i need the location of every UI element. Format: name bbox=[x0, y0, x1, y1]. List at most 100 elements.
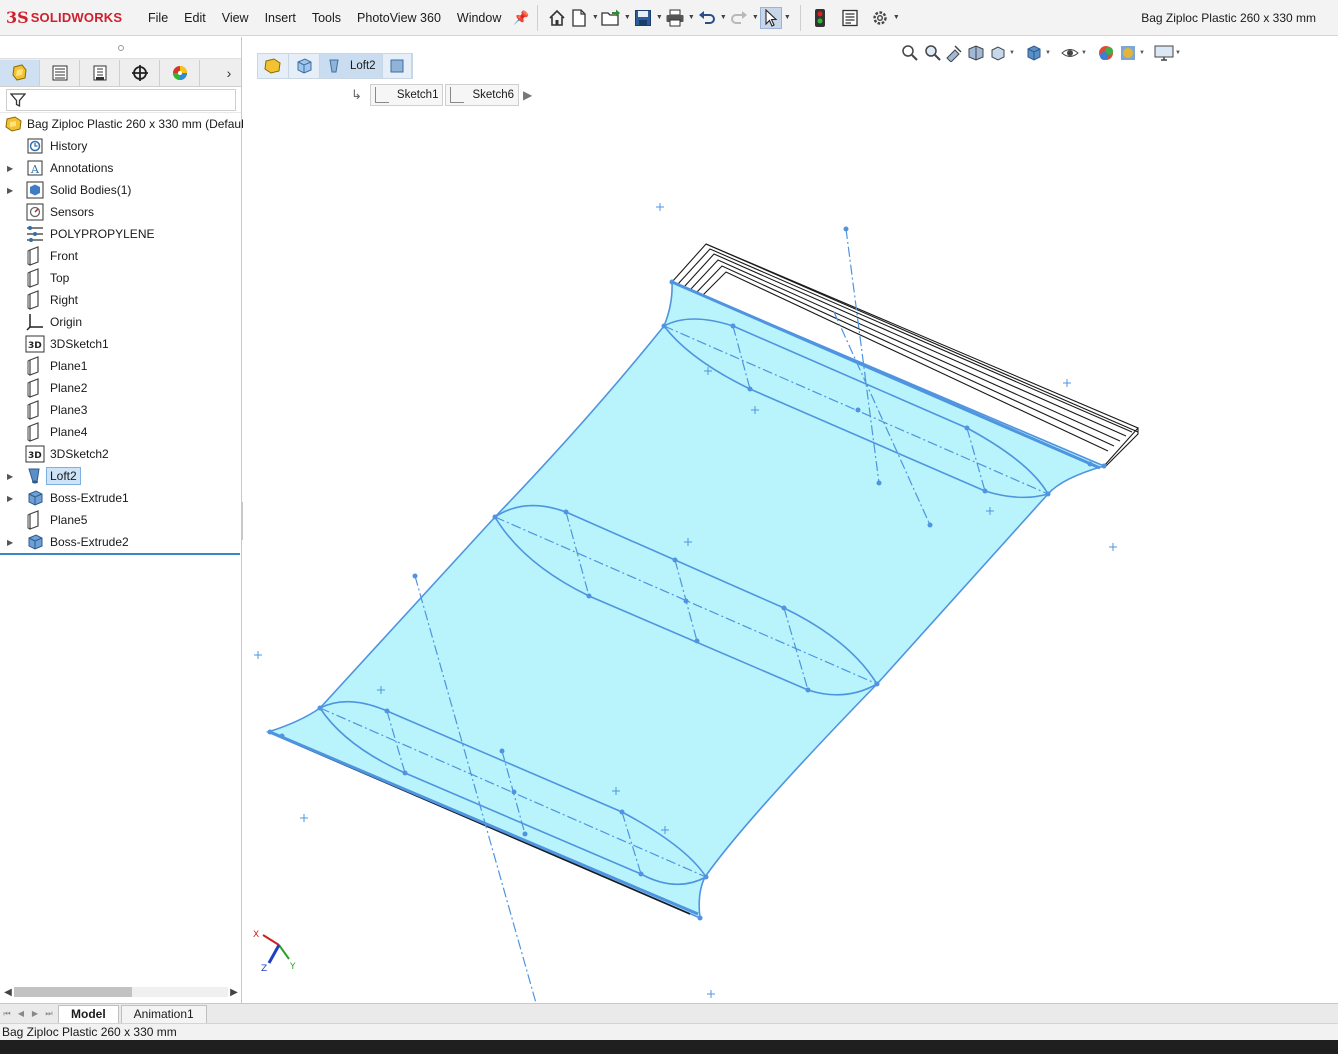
tree-item-boss-extrude1[interactable]: ▶ Boss-Extrude1 bbox=[0, 487, 242, 509]
tab-model[interactable]: Model bbox=[58, 1004, 119, 1023]
view-orientation-dropdown[interactable]: ▼ bbox=[1009, 50, 1017, 56]
zoom-to-area-icon[interactable] bbox=[921, 42, 943, 64]
new-document-icon[interactable] bbox=[568, 7, 590, 29]
model-viewport[interactable] bbox=[243, 37, 1338, 1003]
expand-arrow-icon[interactable]: ▶ bbox=[7, 538, 15, 547]
menu-tools[interactable]: Tools bbox=[304, 0, 349, 36]
tab-dimxpertmanager[interactable] bbox=[120, 59, 160, 86]
breadcrumb-face[interactable] bbox=[383, 54, 412, 78]
tree-horizontal-scrollbar[interactable]: ◀ ▶ bbox=[2, 985, 240, 999]
open-icon[interactable] bbox=[600, 7, 622, 29]
file-properties-icon[interactable] bbox=[839, 7, 861, 29]
pin-icon[interactable]: 📌 bbox=[513, 10, 529, 26]
home-icon[interactable] bbox=[546, 7, 568, 29]
tree-item-3dsketch2[interactable]: 3D 3DSketch2 bbox=[0, 443, 242, 465]
expand-arrow-icon[interactable]: ▶ bbox=[7, 472, 15, 481]
view-orientation-icon[interactable] bbox=[987, 42, 1009, 64]
save-icon[interactable] bbox=[632, 7, 654, 29]
part-icon bbox=[264, 58, 281, 74]
scroll-left-icon[interactable]: ◀ bbox=[2, 987, 14, 998]
tree-item-history[interactable]: History bbox=[0, 135, 242, 157]
select-icon[interactable] bbox=[760, 6, 783, 29]
print-icon[interactable] bbox=[664, 7, 686, 29]
select-dropdown[interactable]: ▼ bbox=[782, 7, 792, 29]
menu-edit[interactable]: Edit bbox=[176, 0, 214, 36]
tab-displaymanager[interactable] bbox=[160, 59, 200, 86]
redo-icon[interactable] bbox=[728, 7, 750, 29]
panel-collapse-handle[interactable] bbox=[0, 37, 241, 59]
hide-show-dropdown[interactable]: ▼ bbox=[1081, 50, 1089, 56]
tree-item-plane4[interactable]: Plane4 bbox=[0, 421, 242, 443]
options-dropdown[interactable]: ▼ bbox=[891, 7, 901, 29]
scroll-track[interactable] bbox=[14, 987, 228, 997]
scroll-right-icon[interactable]: ▶ bbox=[228, 987, 240, 998]
tree-item-loft2[interactable]: ▶ Loft2 bbox=[0, 465, 242, 487]
view-settings-icon[interactable] bbox=[1153, 42, 1175, 64]
menu-insert[interactable]: Insert bbox=[257, 0, 304, 36]
tree-item-solid-bodies-1[interactable]: ▶ Solid Bodies(1) bbox=[0, 179, 242, 201]
tree-item-plane5[interactable]: Plane5 bbox=[0, 509, 242, 531]
breadcrumb-part[interactable] bbox=[258, 54, 289, 78]
menu-photoview[interactable]: PhotoView 360 bbox=[349, 0, 449, 36]
scroll-thumb[interactable] bbox=[14, 987, 132, 997]
section-view-icon[interactable] bbox=[965, 42, 987, 64]
tree-item-plane3[interactable]: Plane3 bbox=[0, 399, 242, 421]
apply-scene-dropdown[interactable]: ▼ bbox=[1139, 50, 1147, 56]
previous-view-icon[interactable] bbox=[943, 42, 965, 64]
undo-dropdown[interactable]: ▼ bbox=[718, 7, 728, 29]
breadcrumb-body[interactable] bbox=[289, 54, 320, 78]
tree-item-polypropylene[interactable]: POLYPROPYLENE bbox=[0, 223, 242, 245]
tree-item-sensors[interactable]: Sensors bbox=[0, 201, 242, 223]
hide-show-items-icon[interactable] bbox=[1059, 42, 1081, 64]
tree-item-annotations[interactable]: ▶ A Annotations bbox=[0, 157, 242, 179]
redo-dropdown[interactable]: ▼ bbox=[750, 7, 760, 29]
tree-item-3dsketch1[interactable]: 3D 3DSketch1 bbox=[0, 333, 242, 355]
expand-arrow-icon[interactable]: ▶ bbox=[7, 186, 15, 195]
display-style-dropdown[interactable]: ▼ bbox=[1045, 50, 1053, 56]
menu-window[interactable]: Window bbox=[449, 0, 509, 36]
next-tab-icon[interactable]: ▶ bbox=[28, 1009, 42, 1018]
breadcrumb-sketch1[interactable]: Sketch1 bbox=[369, 84, 444, 106]
print-dropdown[interactable]: ▼ bbox=[686, 7, 696, 29]
tree-root-part[interactable]: Bag Ziploc Plastic 260 x 330 mm (Defaul bbox=[0, 113, 244, 135]
open-dropdown[interactable]: ▼ bbox=[622, 7, 632, 29]
breadcrumb-sketch6[interactable]: Sketch6 bbox=[445, 84, 520, 106]
solidworks-logo[interactable]: 3S SOLIDWORKS bbox=[0, 0, 140, 36]
chevron-right-icon[interactable]: › bbox=[217, 65, 241, 81]
tree-item-front[interactable]: Front bbox=[0, 245, 242, 267]
tree-item-plane2[interactable]: Plane2 bbox=[0, 377, 242, 399]
menu-file[interactable]: File bbox=[140, 0, 176, 36]
save-dropdown[interactable]: ▼ bbox=[654, 7, 664, 29]
tree-item-top[interactable]: Top bbox=[0, 267, 242, 289]
expand-arrow-icon[interactable]: ▶ bbox=[7, 494, 15, 503]
tree-item-boss-extrude2[interactable]: ▶ Boss-Extrude2 bbox=[0, 531, 242, 553]
tree-item-plane1[interactable]: Plane1 bbox=[0, 355, 242, 377]
tab-configurationmanager[interactable] bbox=[80, 59, 120, 86]
tree-item-origin[interactable]: Origin bbox=[0, 311, 242, 333]
menu-view[interactable]: View bbox=[214, 0, 257, 36]
options-icon[interactable] bbox=[869, 7, 891, 29]
breadcrumb-more-icon[interactable]: ▶ bbox=[523, 88, 532, 102]
rollback-bar[interactable] bbox=[0, 553, 240, 555]
sketch1-label: Sketch1 bbox=[396, 89, 439, 101]
breadcrumb-loft2[interactable]: Loft2 bbox=[320, 54, 383, 78]
prev-tab-icon[interactable]: ◀ bbox=[14, 1009, 28, 1018]
view-settings-dropdown[interactable]: ▼ bbox=[1175, 50, 1183, 56]
new-dropdown[interactable]: ▼ bbox=[590, 7, 600, 29]
tree-item-right[interactable]: Right bbox=[0, 289, 242, 311]
expand-arrow-icon[interactable]: ▶ bbox=[7, 164, 15, 173]
undo-icon[interactable] bbox=[696, 7, 718, 29]
first-tab-icon[interactable]: ⏮ bbox=[0, 1009, 14, 1019]
rebuild-icon[interactable] bbox=[809, 7, 831, 29]
zoom-to-fit-icon[interactable] bbox=[899, 42, 921, 64]
sketch-icon bbox=[450, 87, 465, 103]
apply-scene-icon[interactable] bbox=[1117, 42, 1139, 64]
tab-featuremanager[interactable] bbox=[0, 59, 40, 86]
tab-propertymanager[interactable] bbox=[40, 59, 80, 86]
edit-appearance-icon[interactable] bbox=[1095, 42, 1117, 64]
tree-filter-input[interactable] bbox=[6, 88, 236, 111]
graphics-area[interactable]: Loft2 ↳ Sketch1 Sketch6 ▶ ▼ ▼ ▼ ▼ ▼ X Y … bbox=[243, 37, 1338, 1003]
display-style-icon[interactable] bbox=[1023, 42, 1045, 64]
tab-animation1[interactable]: Animation1 bbox=[120, 1004, 207, 1023]
last-tab-icon[interactable]: ⏭ bbox=[42, 1009, 56, 1019]
